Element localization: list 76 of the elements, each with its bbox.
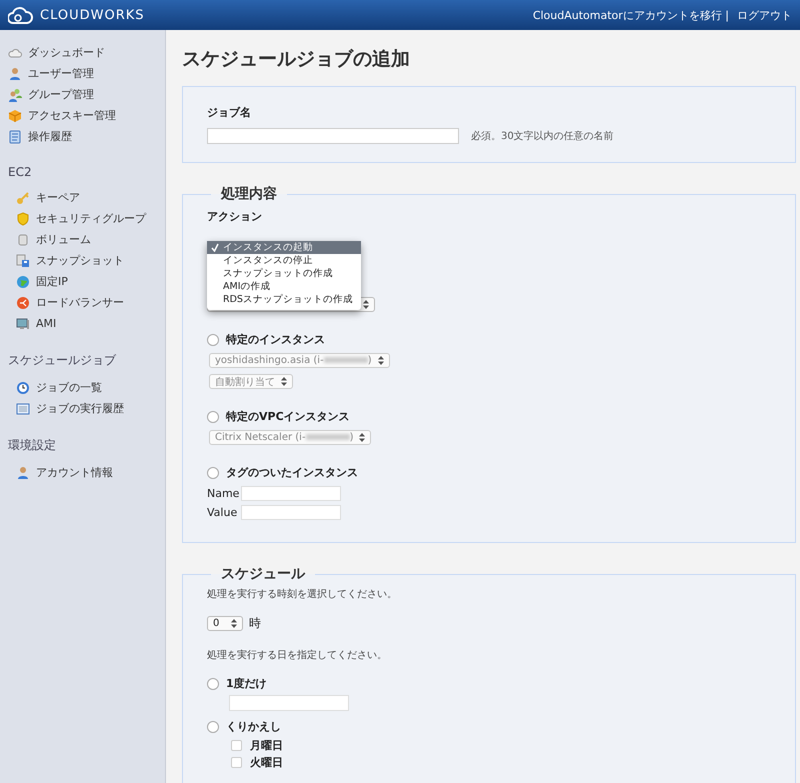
option-label: 月曜日 [250,738,283,752]
page-title: スケジュールジョブの追加 [182,47,411,72]
menu-item[interactable]: スナップショットの作成 [207,267,361,280]
sidebar-heading: 環境設定 [8,437,57,454]
unit-label: 時 [249,615,261,632]
cylinder-icon [16,232,30,246]
radio-button[interactable] [207,678,219,690]
key-icon [16,190,30,204]
people-icon [8,88,22,102]
sidebar-item[interactable]: ダッシュボード [8,42,165,63]
instruction-text: 処理を実行する時刻を選択してください。 [207,588,398,601]
floppy-icon [16,254,30,268]
option-label: 火曜日 [250,754,283,770]
stepper-arrows-icon [378,356,384,365]
clock-icon [16,380,30,394]
menu-item[interactable]: インスタンスの起動 [207,241,361,254]
option-label: 特定のVPCインスタンス [226,409,350,424]
hint-text: 必須。30文字以内の任意の名前 [471,130,614,143]
sidebar-item[interactable]: ボリューム [8,229,165,250]
sidebar-item[interactable]: 固定IP [8,271,165,292]
input-field[interactable] [207,128,459,144]
sidebar-item[interactable]: ジョブの一覧 [8,377,165,398]
section-legend: スケジュール [211,565,315,583]
sidebar-item[interactable]: ユーザー管理 [8,63,165,84]
sidebar-item[interactable]: 操作履歴 [8,126,165,147]
menu-item[interactable]: インスタンスの停止 [207,254,361,267]
input-field[interactable] [241,486,341,501]
checkbox[interactable] [231,740,242,750]
section-legend: 処理内容 [211,185,287,203]
sidebar-item[interactable]: セキュリティグループ [8,208,165,229]
option-label: 特定のインスタンス [226,332,325,347]
sidebar-item[interactable]: アカウント情報 [8,462,165,483]
sidebar-item[interactable]: アクセスキー管理 [8,105,165,126]
sidebar-heading: EC2 [8,165,33,179]
check-icon [211,243,219,252]
menu-item[interactable]: AMIの作成 [207,280,361,293]
option-label: タグのついたインスタンス [226,465,358,480]
monitor-icon [16,316,30,330]
window-icon [16,402,30,416]
balancer-icon [16,296,30,310]
input-field[interactable] [229,695,349,711]
header-link[interactable]: ログアウト [737,8,792,22]
sidebar-item[interactable]: キーペア [8,187,165,208]
cloud-logo-icon [8,5,34,25]
instruction-text: 処理を実行する日を指定してください。 [207,648,388,662]
stepper-arrows-icon [363,300,369,309]
stepper-arrows-icon [281,377,287,386]
input-field[interactable] [241,505,341,520]
stepper-arrows-icon [231,619,237,628]
field-label: Value [207,506,235,519]
box-icon [8,108,22,122]
shield-icon [16,212,30,226]
checkbox[interactable] [231,756,242,768]
radio-button[interactable] [207,466,219,478]
menu-item[interactable]: RDSスナップショットの作成 [207,293,361,306]
sidebar-item[interactable]: AMI [8,313,165,334]
radio-button[interactable] [207,334,219,346]
stepper-arrows-icon [359,433,366,442]
option-label: 1度だけ [226,676,267,691]
sidebar-item[interactable]: ジョブの実行履歴 [8,398,165,419]
select-field[interactable]: 0 [207,616,243,631]
field-label: ジョブ名 [207,105,252,120]
option-label: くりかえし [226,719,281,734]
brand-name: CLOUDWORKS [40,8,145,22]
sidebar-heading: スケジュールジョブ [8,352,117,369]
radio-button[interactable] [207,410,219,422]
sidebar-item[interactable]: スナップショット [8,250,165,271]
globe-icon [16,274,30,288]
radio-button[interactable] [207,720,219,732]
person-icon [8,66,22,80]
person-icon [16,466,30,480]
field-label: アクション [207,209,263,224]
header-link[interactable]: CloudAutomatorにアカウントを移行 | [532,8,729,22]
sidebar-item[interactable]: グループ管理 [8,84,165,105]
sidebar-item[interactable]: ロードバランサー [8,292,165,313]
scroll-icon [8,130,22,144]
